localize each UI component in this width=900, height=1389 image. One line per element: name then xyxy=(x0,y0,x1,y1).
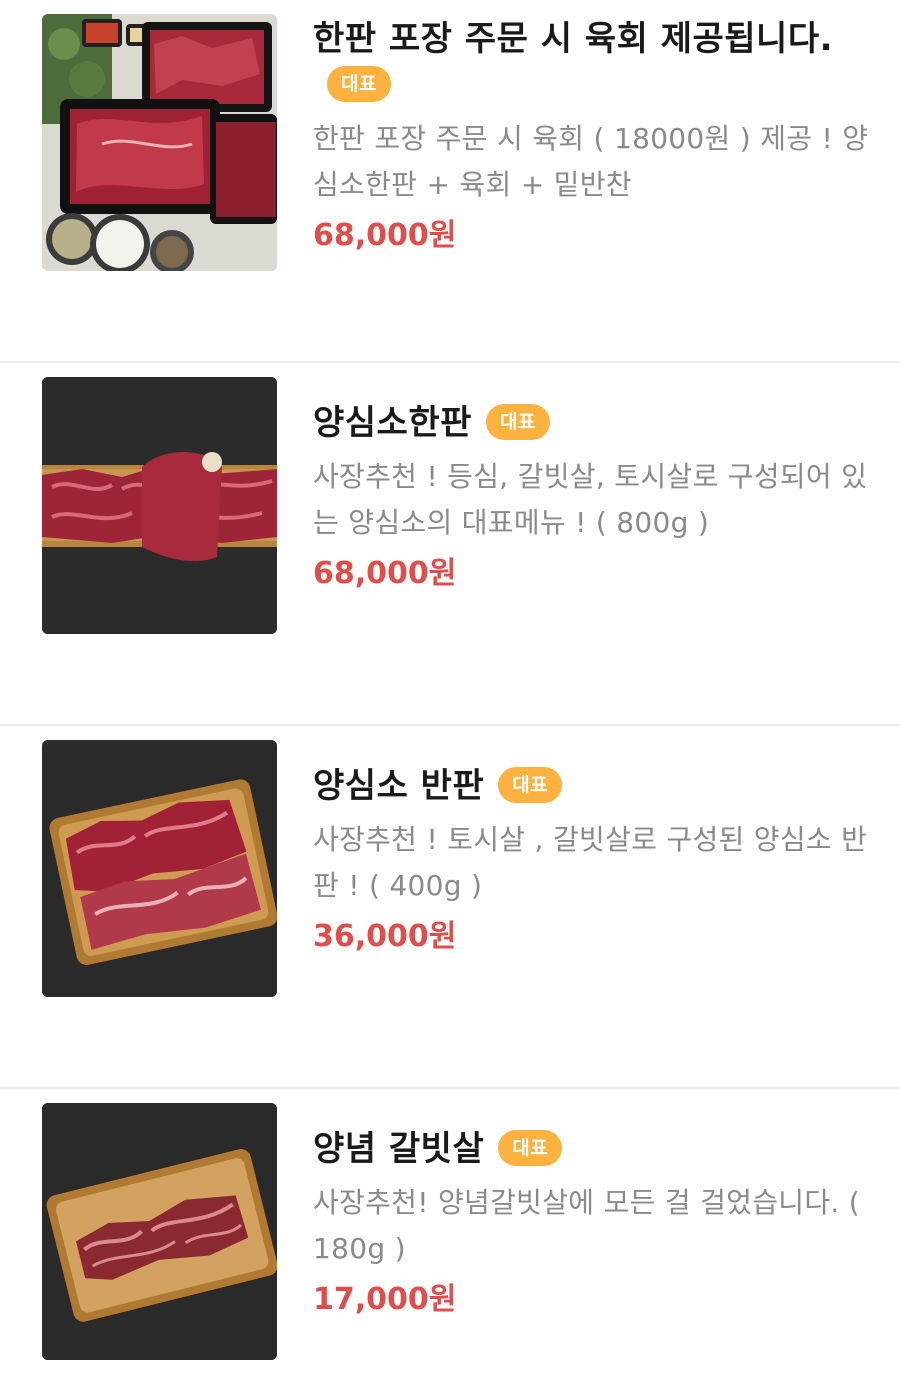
menu-item-price: 36,000원 xyxy=(313,919,457,954)
menu-item[interactable]: 양념 갈빗살 대표 사장추천! 양념갈빗살에 모든 걸 걸었습니다. ( 180g… xyxy=(0,1089,900,1389)
menu-item-name: 양심소한판 대표 xyxy=(313,400,873,446)
menu-item[interactable]: 한판 포장 주문 시 육회 제공됩니다.대표 한판 포장 주문 시 육회 ( 1… xyxy=(0,0,900,363)
menu-item[interactable]: 양심소 반판 대표 사장추천 ! 토시살 , 갈빗살로 구성된 양심소 반판 ! … xyxy=(0,726,900,1089)
menu-item-price: 17,000원 xyxy=(313,1282,457,1317)
beef-board-image[interactable] xyxy=(42,377,277,634)
menu-item[interactable]: 양심소한판 대표 사장추천 ! 등심, 갈빗살, 토시살로 구성되어 있는 양심소… xyxy=(0,363,900,726)
menu-item-name: 양념 갈빗살 대표 xyxy=(313,1126,873,1172)
beef-board-photo xyxy=(42,377,277,634)
takeout-platter-image[interactable] xyxy=(42,14,277,271)
representative-badge: 대표 xyxy=(485,404,550,440)
menu-item-description: 한판 포장 주문 시 육회 ( 18000원 ) 제공 ! 양심소한판 + 육회… xyxy=(313,122,869,201)
marinated-rib-image[interactable] xyxy=(42,1103,277,1360)
menu-item-name: 양심소 반판 대표 xyxy=(313,763,873,809)
beef-half-board-photo xyxy=(42,740,277,997)
takeout-meat-platter-photo xyxy=(42,14,277,271)
beef-half-board-image[interactable] xyxy=(42,740,277,997)
menu-list: 한판 포장 주문 시 육회 제공됩니다.대표 한판 포장 주문 시 육회 ( 1… xyxy=(0,0,900,1389)
representative-badge: 대표 xyxy=(498,1130,563,1166)
marinated-rib-board-photo xyxy=(42,1103,277,1360)
menu-item-description: 사장추천! 양념갈빗살에 모든 걸 걸었습니다. ( 180g ) xyxy=(313,1186,861,1265)
menu-item-description: 사장추천 ! 토시살 , 갈빗살로 구성된 양심소 반판 ! ( 400g ) xyxy=(313,823,868,902)
menu-item-price: 68,000원 xyxy=(313,218,457,253)
menu-item-price: 68,000원 xyxy=(313,556,457,591)
representative-badge: 대표 xyxy=(327,66,391,102)
menu-item-name: 한판 포장 주문 시 육회 제공됩니다.대표 xyxy=(313,16,873,108)
menu-item-description: 사장추천 ! 등심, 갈빗살, 토시살로 구성되어 있는 양심소의 대표메뉴 !… xyxy=(313,460,868,539)
representative-badge: 대표 xyxy=(498,767,563,803)
